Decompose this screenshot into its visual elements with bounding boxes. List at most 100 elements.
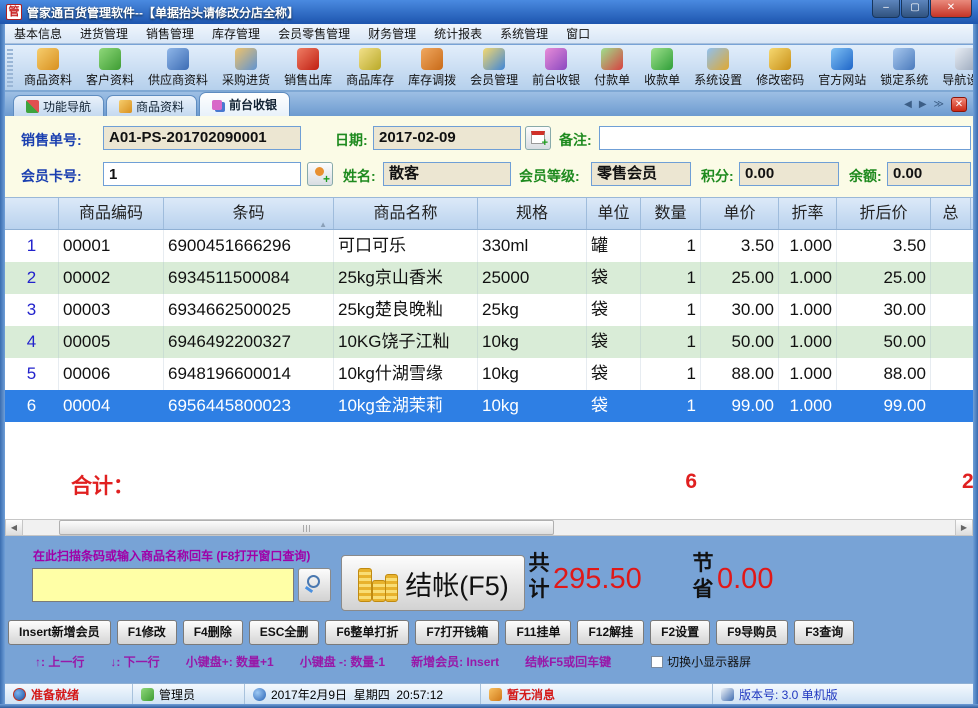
f2-settings-button[interactable]: F2设置 bbox=[650, 620, 710, 645]
total-quantity: 6 bbox=[605, 470, 697, 494]
maximize-button[interactable]: ▢ bbox=[901, 0, 929, 18]
toolbar-item-goods[interactable]: 商品资料 bbox=[17, 46, 79, 90]
menu-purchase-mgmt[interactable]: 进货管理 bbox=[71, 23, 137, 44]
status-message: 暂无消息 bbox=[481, 684, 713, 704]
toolbar-item-customers[interactable]: 客户资料 bbox=[79, 46, 141, 90]
settings-icon bbox=[707, 48, 729, 70]
tab-scroll-right-icon[interactable]: ▶ bbox=[919, 99, 927, 110]
col-qty[interactable]: 数量 bbox=[641, 198, 701, 229]
date-field[interactable]: 2017-02-09 bbox=[373, 126, 521, 150]
transfer-arrows-icon bbox=[421, 48, 443, 70]
scroll-right-icon[interactable]: ▶ bbox=[955, 520, 972, 535]
toolbar-item-payment[interactable]: 付款单 bbox=[587, 46, 637, 90]
menu-system-mgmt[interactable]: 系统管理 bbox=[491, 23, 557, 44]
minimize-button[interactable]: – bbox=[872, 0, 900, 18]
table-row[interactable]: 200002693451150008425kg京山香米25000袋125.001… bbox=[5, 262, 973, 294]
grand-total-value: 295.50 bbox=[553, 563, 642, 596]
status-bar: 准备就绪 管理员 2017年2月9日 星期四 20:57:12 暂无消息 版本号… bbox=[5, 683, 973, 704]
col-spec[interactable]: 规格 bbox=[478, 198, 587, 229]
grid-header-row: 商品编码 条码▲ 商品名称 规格 单位 数量 单价 折率 折后价 总 bbox=[5, 198, 973, 230]
small-display-checkbox[interactable] bbox=[651, 656, 663, 668]
col-discounted-price[interactable]: 折后价 bbox=[837, 198, 931, 229]
table-row[interactable]: 500006694819660001410kg什湖雪缘10kg袋188.001.… bbox=[5, 358, 973, 390]
insert-add-member-button[interactable]: Insert新增会员 bbox=[8, 620, 111, 645]
toolbar-item-nav-settings[interactable]: 导航设置 bbox=[935, 46, 973, 90]
table-row[interactable]: 1000016900451666296可口可乐330ml罐13.501.0003… bbox=[5, 230, 973, 262]
close-button[interactable]: ✕ bbox=[930, 0, 972, 18]
toolbar-item-stock[interactable]: 商品库存 bbox=[339, 46, 401, 90]
toolbar-item-suppliers[interactable]: 供应商资料 bbox=[141, 46, 215, 90]
toolbar-item-cashier[interactable]: 前台收银 bbox=[525, 46, 587, 90]
cashier-icon bbox=[212, 100, 222, 110]
toolbar-item-transfer[interactable]: 库存调拨 bbox=[401, 46, 463, 90]
col-discount-rate[interactable]: 折率 bbox=[779, 198, 837, 229]
receipt-card-icon bbox=[651, 48, 673, 70]
checkout-panel: 在此扫描条码或输入商品名称回车 (F8打开窗口查询) 结帐(F5) 共计 295… bbox=[5, 537, 973, 683]
remark-input[interactable] bbox=[599, 126, 971, 150]
table-row[interactable]: 400005694649220032710KG饶子江籼10kg袋150.001.… bbox=[5, 326, 973, 358]
esc-delete-all-button[interactable]: ESC全删 bbox=[249, 620, 320, 645]
f1-edit-button[interactable]: F1修改 bbox=[117, 620, 177, 645]
menu-bar: 基本信息 进货管理 销售管理 库存管理 会员零售管理 财务管理 统计报表 系统管… bbox=[5, 24, 973, 44]
bill-form: 销售单号: A01-PS-201702090001 日期: 2017-02-09… bbox=[5, 116, 973, 198]
checkout-button[interactable]: 结帐(F5) bbox=[341, 555, 525, 611]
toolbar-item-settings[interactable]: 系统设置 bbox=[687, 46, 749, 90]
col-total[interactable]: 总 bbox=[931, 198, 971, 229]
menu-window[interactable]: 窗口 bbox=[557, 23, 599, 44]
f12-resume-bill-button[interactable]: F12解挂 bbox=[577, 620, 644, 645]
menu-sales-mgmt[interactable]: 销售管理 bbox=[137, 23, 203, 44]
calendar-button[interactable]: + bbox=[525, 126, 551, 150]
points-field: 0.00 bbox=[739, 162, 839, 186]
app-icon: 管 bbox=[6, 4, 22, 20]
add-member-button[interactable]: + bbox=[307, 162, 333, 186]
lock-monitor-icon bbox=[893, 48, 915, 70]
col-rowno[interactable] bbox=[5, 198, 59, 229]
status-datetime: 2017年2月9日 星期四 20:57:12 bbox=[245, 684, 481, 704]
col-unit[interactable]: 单位 bbox=[587, 198, 641, 229]
f4-delete-button[interactable]: F4删除 bbox=[183, 620, 243, 645]
menu-member-retail-mgmt[interactable]: 会员零售管理 bbox=[269, 23, 359, 44]
scrollbar-thumb[interactable] bbox=[59, 520, 554, 535]
f6-discount-all-button[interactable]: F6整单打折 bbox=[325, 620, 409, 645]
tab-goods-data[interactable]: 商品资料 bbox=[106, 95, 197, 116]
scan-barcode-input[interactable] bbox=[32, 568, 294, 602]
scroll-left-icon[interactable]: ◀ bbox=[6, 520, 23, 535]
menu-finance-mgmt[interactable]: 财务管理 bbox=[359, 23, 425, 44]
name-field: 散客 bbox=[383, 162, 511, 186]
menu-stock-mgmt[interactable]: 库存管理 bbox=[203, 23, 269, 44]
toolbar-item-website[interactable]: 官方网站 bbox=[811, 46, 873, 90]
tab-scroll-left-icon[interactable]: ◀ bbox=[904, 99, 912, 110]
total-label: 合计： bbox=[71, 470, 134, 500]
toolbar-item-lock-system[interactable]: 锁定系统 bbox=[873, 46, 935, 90]
menu-basic-info[interactable]: 基本信息 bbox=[5, 23, 71, 44]
truck-icon bbox=[235, 48, 257, 70]
toolbar-item-purchase-in[interactable]: 采购进货 bbox=[215, 46, 277, 90]
search-button[interactable] bbox=[298, 568, 331, 602]
f3-query-button[interactable]: F3查询 bbox=[794, 620, 854, 645]
col-name[interactable]: 商品名称 bbox=[334, 198, 478, 229]
tab-list-chevron-icon[interactable]: ≫ bbox=[934, 99, 944, 110]
member-icon bbox=[483, 48, 505, 70]
toolbar-item-password[interactable]: 修改密码 bbox=[749, 46, 811, 90]
window-frame-right bbox=[973, 24, 978, 708]
f7-open-drawer-button[interactable]: F7打开钱箱 bbox=[415, 620, 499, 645]
tab-front-cashier[interactable]: 前台收银 bbox=[199, 92, 290, 116]
tab-function-nav[interactable]: 功能导航 bbox=[13, 95, 104, 116]
col-barcode[interactable]: 条码▲ bbox=[164, 198, 334, 229]
col-code[interactable]: 商品编码 bbox=[59, 198, 164, 229]
toolbar-item-members[interactable]: 会员管理 bbox=[463, 46, 525, 90]
menu-report[interactable]: 统计报表 bbox=[425, 23, 491, 44]
table-row[interactable]: 300003693466250002525kg楚良晚籼25kg袋130.001.… bbox=[5, 294, 973, 326]
toolbar-item-receipt[interactable]: 收款单 bbox=[637, 46, 687, 90]
table-row-selected[interactable]: 600004695644580002310kg金湖茉莉10kg袋199.001.… bbox=[5, 390, 973, 422]
col-price[interactable]: 单价 bbox=[701, 198, 779, 229]
toolbar: 商品资料 客户资料 供应商资料 采购进货 销售出库 商品库存 库存调拨 会员管理… bbox=[5, 45, 973, 92]
status-version: 版本号: 3.0 单机版 bbox=[713, 684, 973, 704]
member-card-input[interactable] bbox=[103, 162, 301, 186]
f9-salesperson-button[interactable]: F9导购员 bbox=[716, 620, 788, 645]
sort-asc-icon: ▲ bbox=[319, 209, 327, 229]
toolbar-item-sales-out[interactable]: 销售出库 bbox=[277, 46, 339, 90]
tab-close-button[interactable]: ✕ bbox=[951, 97, 967, 112]
horizontal-scrollbar[interactable]: ◀ ▶ bbox=[5, 519, 973, 536]
f11-hold-bill-button[interactable]: F11挂单 bbox=[505, 620, 571, 645]
